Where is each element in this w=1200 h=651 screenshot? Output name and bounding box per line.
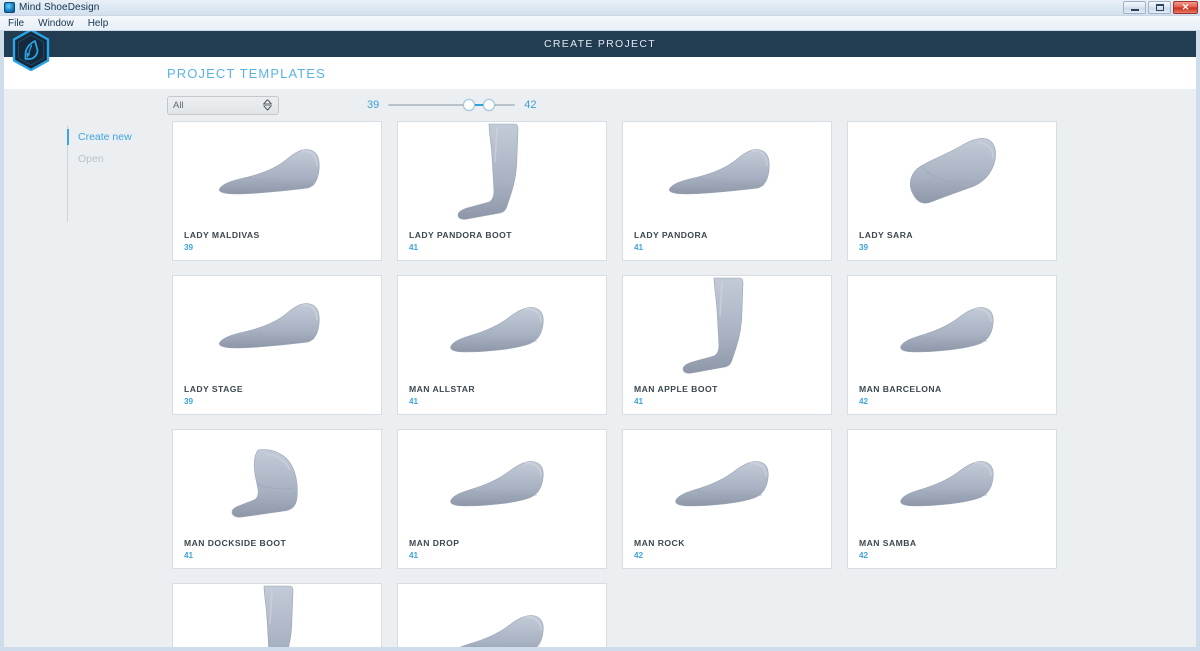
template-size: 39 xyxy=(859,243,869,252)
sidebar: Create new Open xyxy=(4,121,167,647)
menu-item-help[interactable]: Help xyxy=(88,18,109,29)
template-meta: MAN ALLSTAR 41 xyxy=(409,384,475,406)
template-card[interactable] xyxy=(397,583,607,647)
menubar: File Window Help xyxy=(0,16,1200,31)
template-name: MAN DOCKSIDE BOOT xyxy=(184,538,287,548)
template-name: LADY MALDIVAS xyxy=(184,230,260,240)
template-name: MAN APPLE BOOT xyxy=(634,384,718,394)
template-thumbnail xyxy=(173,122,381,226)
template-thumbnail xyxy=(398,584,606,647)
template-card[interactable]: MAN ALLSTAR 41 xyxy=(397,275,607,415)
maximize-button[interactable] xyxy=(1148,1,1171,14)
window-title: Mind ShoeDesign xyxy=(19,2,100,13)
page-title: PROJECT TEMPLATES xyxy=(167,65,326,81)
template-card[interactable]: MAN BARCELONA 42 xyxy=(847,275,1057,415)
template-size: 41 xyxy=(409,551,419,560)
template-card[interactable]: MAN ROCK 42 xyxy=(622,429,832,569)
sidebar-item-open[interactable]: Open xyxy=(78,148,167,170)
template-meta: LADY PANDORA 41 xyxy=(634,230,708,252)
template-name: MAN SAMBA xyxy=(859,538,917,548)
sidebar-item-create-new[interactable]: Create new xyxy=(67,126,167,148)
page-title-strip: PROJECT TEMPLATES xyxy=(4,57,1196,89)
chevron-updown-icon xyxy=(263,99,272,111)
template-name: MAN BARCELONA xyxy=(859,384,942,394)
template-size: 41 xyxy=(634,243,644,252)
template-meta: LADY MALDIVAS 39 xyxy=(184,230,260,252)
minimize-button[interactable] xyxy=(1123,1,1146,14)
slider-handle-min[interactable] xyxy=(463,99,476,111)
slider-track xyxy=(388,104,516,106)
template-size: 41 xyxy=(184,551,194,560)
template-name: LADY STAGE xyxy=(184,384,244,394)
template-card[interactable]: MAN SAMBA 42 xyxy=(847,429,1057,569)
template-size: 39 xyxy=(184,243,194,252)
hexagon-pen-nib-logo xyxy=(12,31,50,71)
template-meta: MAN APPLE BOOT 41 xyxy=(634,384,718,406)
size-range-slider[interactable] xyxy=(388,98,516,112)
template-thumbnail xyxy=(173,584,381,647)
template-meta: MAN DOCKSIDE BOOT 41 xyxy=(184,538,286,560)
template-name: MAN ALLSTAR xyxy=(409,384,476,394)
template-thumbnail xyxy=(173,430,381,534)
filter-bar: All 39 42 xyxy=(4,89,1196,121)
template-thumbnail xyxy=(398,276,606,380)
template-grid: LADY MALDIVAS 39 LADY PANDORA BOOT 41 LADY… xyxy=(167,121,1196,647)
slider-handle-max[interactable] xyxy=(483,99,496,111)
size-range-filter: 39 42 xyxy=(367,98,537,112)
close-button[interactable]: ✕ xyxy=(1173,1,1198,14)
template-card[interactable] xyxy=(172,583,382,647)
template-thumbnail xyxy=(398,430,606,534)
template-meta: LADY STAGE 39 xyxy=(184,384,243,406)
template-thumbnail xyxy=(623,122,831,226)
size-range-max-label: 42 xyxy=(524,99,537,111)
template-card[interactable]: LADY PANDORA 41 xyxy=(622,121,832,261)
template-meta: MAN SAMBA 42 xyxy=(859,538,917,560)
content-area: Create new Open LADY MALDIVAS 39 LADY PAN… xyxy=(4,121,1196,647)
template-thumbnail xyxy=(848,122,1056,226)
window-titlebar: Mind ShoeDesign ✕ xyxy=(0,0,1200,16)
template-size: 41 xyxy=(409,243,419,252)
menu-item-window[interactable]: Window xyxy=(38,18,74,29)
type-filter-value: All xyxy=(173,99,184,111)
sidebar-rail: Create new Open xyxy=(67,125,167,222)
template-name: MAN ROCK xyxy=(634,538,685,548)
template-size: 42 xyxy=(634,551,644,560)
template-size: 41 xyxy=(634,397,644,406)
header-title: CREATE PROJECT xyxy=(544,38,656,50)
template-thumbnail xyxy=(173,276,381,380)
template-card[interactable]: MAN DROP 41 xyxy=(397,429,607,569)
window-controls: ✕ xyxy=(1123,1,1198,14)
template-thumbnail xyxy=(848,276,1056,380)
template-size: 39 xyxy=(184,397,194,406)
template-meta: LADY PANDORA BOOT 41 xyxy=(409,230,512,252)
template-name: LADY PANDORA xyxy=(634,230,708,240)
template-card[interactable]: MAN DOCKSIDE BOOT 41 xyxy=(172,429,382,569)
template-card[interactable]: MAN APPLE BOOT 41 xyxy=(622,275,832,415)
application-window: Mind ShoeDesign ✕ File Window Help CREAT… xyxy=(0,0,1200,651)
template-meta: MAN ROCK 42 xyxy=(634,538,685,560)
template-thumbnail xyxy=(398,122,606,226)
app-icon xyxy=(4,2,15,13)
template-card[interactable]: LADY MALDIVAS 39 xyxy=(172,121,382,261)
template-card[interactable]: LADY STAGE 39 xyxy=(172,275,382,415)
size-range-min-label: 39 xyxy=(367,99,380,111)
template-size: 42 xyxy=(859,551,869,560)
template-meta: LADY SARA 39 xyxy=(859,230,913,252)
template-thumbnail xyxy=(623,276,831,380)
template-card[interactable]: LADY PANDORA BOOT 41 xyxy=(397,121,607,261)
template-thumbnail xyxy=(623,430,831,534)
template-meta: MAN DROP 41 xyxy=(409,538,459,560)
app-header: CREATE PROJECT xyxy=(4,31,1196,71)
template-name: LADY SARA xyxy=(859,230,914,240)
menu-item-file[interactable]: File xyxy=(8,18,24,29)
type-filter-select[interactable]: All xyxy=(167,95,279,115)
template-name: LADY PANDORA BOOT xyxy=(409,230,512,240)
template-meta: MAN BARCELONA 42 xyxy=(859,384,942,406)
window-client-area: CREATE PROJECT PROJECT TEMPLATES All 39 xyxy=(0,31,1200,651)
template-size: 41 xyxy=(409,397,419,406)
template-name: MAN DROP xyxy=(409,538,460,548)
template-thumbnail xyxy=(848,430,1056,534)
template-size: 42 xyxy=(859,397,869,406)
template-card[interactable]: LADY SARA 39 xyxy=(847,121,1057,261)
